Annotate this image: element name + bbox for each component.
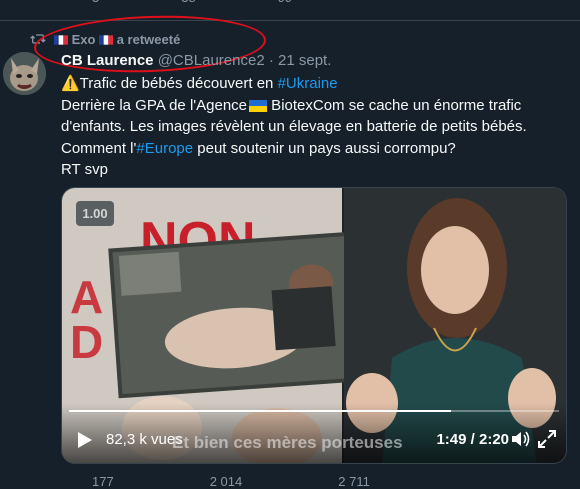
tweet-body: ⚠️Trafic de bébés découvert en #Ukraine … — [61, 73, 561, 181]
play-icon[interactable] — [77, 431, 93, 449]
like-count: 99 — [278, 0, 292, 5]
progress-bar[interactable] — [69, 410, 559, 412]
france-flag-icon — [54, 35, 68, 45]
reply-action[interactable]: 177 — [92, 474, 114, 489]
retweet-banner[interactable]: Exo a retweeté — [30, 31, 180, 47]
tweet-line-4: Comment l' — [61, 139, 137, 157]
header-separator: · — [268, 52, 274, 69]
retweeter-name: Exo — [71, 31, 96, 47]
video-subtitle: Et bien ces mères porteuses — [172, 433, 403, 452]
tweet-line-1: ⚠️Trafic de bébés découvert en — [61, 75, 278, 92]
retweet-icon — [30, 34, 46, 44]
reply-count: 177 — [92, 474, 114, 489]
retweet-action-label: a retweeté — [116, 31, 181, 47]
hashtag-ukraine[interactable]: #Ukraine — [278, 75, 338, 92]
avatar[interactable] — [3, 52, 46, 95]
reply-action[interactable]: 3 — [92, 0, 99, 5]
tweet-date[interactable]: 21 sept. — [278, 52, 331, 69]
author-name[interactable]: CB Laurence — [61, 52, 154, 69]
fullscreen-icon[interactable] — [538, 430, 556, 448]
avatar-image — [3, 52, 46, 95]
like-action[interactable]: 99 — [278, 0, 292, 5]
svg-text:D: D — [70, 316, 103, 368]
ukraine-flag-icon — [249, 99, 268, 112]
progress-fill — [69, 410, 452, 412]
previous-tweet-actions: 3 38 99 — [0, 0, 580, 21]
france-flag-icon — [99, 35, 114, 45]
retweet-count: 38 — [181, 0, 195, 5]
tweet-actions: 177 2 014 2 711 — [92, 474, 370, 489]
tweet-line-2-rest: BiotexCom se cache un énorme trafic — [267, 96, 522, 114]
playback-speed-badge[interactable]: 1.00 — [76, 201, 114, 226]
author-handle[interactable]: @CBLaurence2 — [158, 52, 265, 69]
tweet-line-3: d'enfants. Les images révèlent un élevag… — [61, 118, 527, 135]
like-count: 2 711 — [338, 474, 370, 489]
video-time: 1:49 / 2:20 — [436, 431, 509, 448]
hashtag-europe[interactable]: #Europe — [136, 140, 193, 157]
volume-icon[interactable] — [511, 430, 531, 448]
tweet-line-4-rest: peut soutenir un pays aussi corrompu? — [193, 139, 456, 157]
reply-count: 3 — [92, 0, 99, 5]
video-player[interactable]: NON A D 1.00 82,3 k vues Et bien ces mèr — [61, 187, 567, 464]
video-controls: 82,3 k vues Et bien ces mères porteuses … — [62, 403, 566, 463]
tweet-header: CB Laurence @CBLaurence2 · 21 sept. — [61, 52, 331, 69]
retweet-action[interactable]: 2 014 — [210, 474, 243, 489]
retweet-count: 2 014 — [209, 474, 243, 489]
retweet-action[interactable]: 38 — [181, 0, 195, 5]
tweet-line-2: Derrière la GPA de l'Agence — [61, 96, 248, 114]
like-action[interactable]: 2 711 — [338, 474, 370, 489]
tweet-line-5: RT svp — [61, 161, 108, 178]
